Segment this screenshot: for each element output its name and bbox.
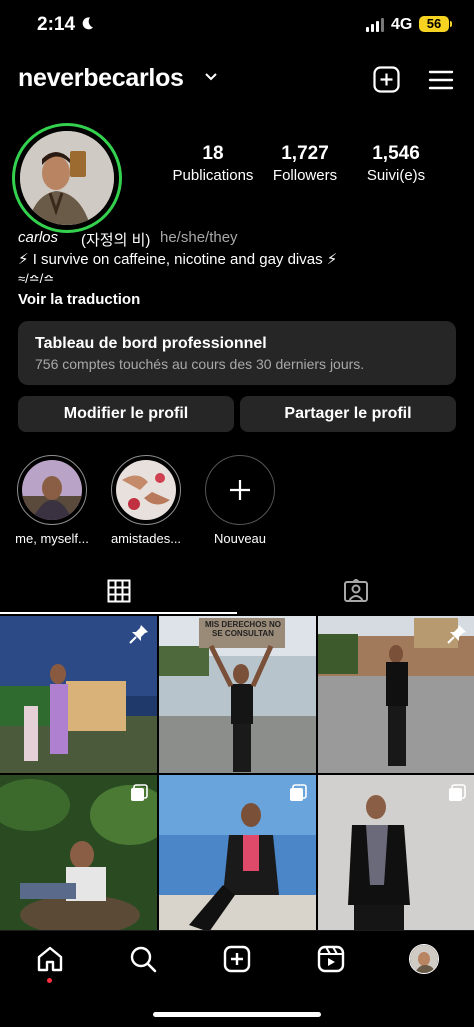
- profile-name: carlos: [18, 229, 59, 246]
- post-tile-6[interactable]: [318, 775, 474, 932]
- bio-line-2: ≈/≏/≏: [18, 271, 55, 286]
- highlight-cover-1[interactable]: [22, 460, 82, 520]
- professional-dashboard[interactable]: [18, 321, 456, 385]
- post-tile-1[interactable]: [0, 616, 157, 773]
- dashboard-subtitle: 756 comptes touchés au cours des 30 dern…: [35, 356, 365, 372]
- translate-link[interactable]: Voir la traduction: [18, 291, 140, 308]
- profile-avatar[interactable]: [20, 131, 114, 225]
- share-profile-button[interactable]: Partager le profil: [240, 396, 456, 432]
- signal-icon: [366, 17, 384, 32]
- followers-count: 1,727: [281, 143, 329, 164]
- bio-line-1: ⚡ I survive on caffeine, nicotine and ga…: [18, 251, 338, 268]
- post-tile-4[interactable]: [0, 775, 157, 932]
- pin-icon: [129, 625, 148, 644]
- active-tab-indicator: [0, 612, 237, 614]
- carousel-icon: [449, 784, 466, 801]
- moon-icon: [82, 17, 93, 30]
- followers-label: Followers: [272, 167, 338, 184]
- carousel-icon: [290, 784, 307, 801]
- highlight-label-1: me, myself...: [15, 531, 89, 546]
- publications-label: Publications: [172, 167, 254, 184]
- home-indicator: [153, 1012, 321, 1017]
- post-tile-2[interactable]: MIS DERECHOS NO SE CONSULTAN: [159, 616, 316, 773]
- edit-profile-button[interactable]: Modifier le profil: [18, 396, 234, 432]
- carousel-icon: [131, 784, 148, 801]
- battery-tip: [450, 21, 452, 27]
- highlight-label-2: amistades...: [110, 531, 182, 546]
- stat-followers[interactable]: 1,727 Followers: [258, 143, 352, 184]
- plus-square-icon[interactable]: [373, 66, 400, 93]
- dashboard-title: Tableau de bord professionnel: [35, 335, 267, 352]
- highlight-cover-2[interactable]: [116, 460, 176, 520]
- publications-count: 18: [202, 143, 224, 164]
- following-label: Suivi(e)s: [366, 167, 426, 184]
- tagged-icon[interactable]: [343, 579, 369, 603]
- pin-icon: [447, 625, 466, 644]
- profile-korean-name: (자정의 비): [81, 232, 151, 249]
- stat-publications[interactable]: 18 Publications: [166, 143, 260, 184]
- plus-icon: [230, 480, 250, 500]
- highlight-label-new: Nouveau: [213, 531, 267, 546]
- hamburger-menu-icon[interactable]: [428, 69, 454, 91]
- pronouns: he/she/they: [160, 229, 238, 246]
- grid-icon[interactable]: [107, 579, 131, 603]
- chevron-down-icon[interactable]: [205, 72, 217, 82]
- new-post-icon[interactable]: [223, 945, 251, 973]
- search-icon[interactable]: [129, 945, 157, 973]
- post-tile-3[interactable]: [318, 616, 474, 773]
- status-time: 2:14: [37, 14, 76, 35]
- notification-dot: [47, 978, 52, 983]
- stat-following[interactable]: 1,546 Suivi(e)s: [349, 143, 443, 184]
- home-icon[interactable]: [36, 945, 64, 973]
- network-type: 4G: [391, 16, 413, 33]
- following-count: 1,546: [372, 143, 420, 164]
- protest-sign-text: MIS DERECHOS NO SE CONSULTAN: [204, 620, 281, 638]
- post-tile-5[interactable]: [159, 775, 316, 932]
- battery-indicator: 56: [419, 16, 449, 32]
- username[interactable]: neverbecarlos: [18, 64, 184, 93]
- profile-tab-avatar[interactable]: [409, 944, 439, 974]
- reels-icon[interactable]: [317, 945, 345, 973]
